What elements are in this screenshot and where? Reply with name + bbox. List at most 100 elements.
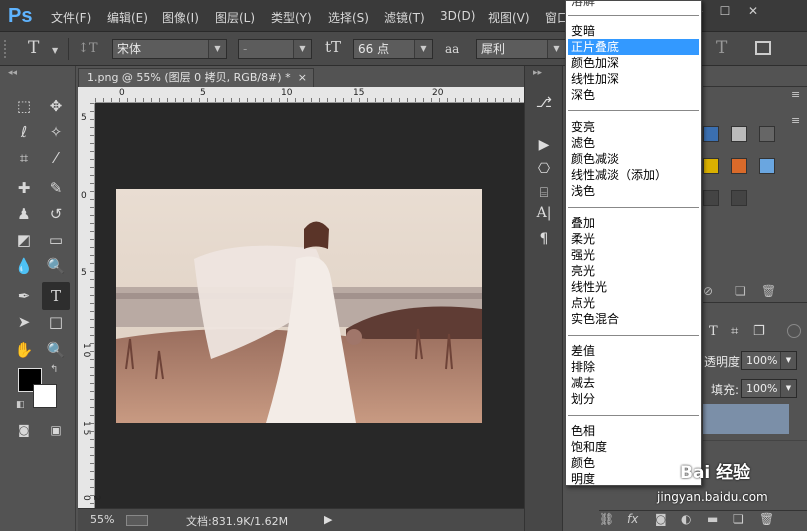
blend-mode-item[interactable]: 差值	[568, 343, 699, 359]
font-style-select[interactable]: - ▼	[238, 39, 312, 59]
antialias-select[interactable]: 犀利 ▼	[476, 39, 566, 59]
panel-menu-icon[interactable]: ≡	[791, 88, 800, 101]
zoom-level[interactable]: 55%	[90, 513, 114, 526]
character-panel-icon[interactable]: A|	[533, 202, 555, 224]
brush-tool-icon[interactable]: ✎	[42, 174, 70, 202]
menu-image[interactable]: 图像(I)	[162, 9, 199, 26]
blend-mode-item[interactable]: 减去	[568, 375, 699, 391]
path-selection-tool-icon[interactable]: ➤	[10, 308, 38, 336]
expand-panels-icon[interactable]: ▸▸	[533, 68, 542, 78]
menu-layer[interactable]: 图层(L)	[215, 9, 255, 26]
smart-object-filter-icon[interactable]: ❐	[753, 324, 765, 339]
delete-style-icon[interactable]: 🗑	[761, 284, 776, 298]
text-layer-filter-icon[interactable]: T	[709, 324, 718, 339]
font-family-select[interactable]: 宋体 ▼	[112, 39, 227, 59]
menu-select[interactable]: 选择(S)	[328, 9, 369, 26]
blend-mode-item[interactable]: 实色混合	[568, 311, 699, 327]
quick-mask-icon[interactable]: ◙	[10, 416, 38, 444]
new-style-icon[interactable]: ❏	[735, 284, 746, 298]
move-tool-icon[interactable]: ✥	[42, 92, 70, 120]
blend-mode-item-selected[interactable]: 正片叠底	[568, 39, 699, 55]
adjustment-layer-icon[interactable]: ◐	[681, 512, 691, 526]
horizontal-ruler[interactable]: 0 5 10 15 20	[95, 87, 524, 103]
document-tab[interactable]: 1.png @ 55% (图层 0 拷贝, RGB/8#) * ×	[78, 68, 314, 87]
shape-layer-filter-icon[interactable]: ⌗	[731, 324, 738, 339]
layer-mask-icon[interactable]: ◙	[655, 512, 667, 526]
eraser-tool-icon[interactable]: ◩	[10, 226, 38, 254]
opacity-input[interactable]: 100% ▼	[741, 351, 797, 370]
marquee-tool-icon[interactable]: ⬚	[10, 92, 38, 120]
actions-panel-icon[interactable]: ▶	[533, 134, 555, 156]
type-tool-icon[interactable]: T	[42, 282, 70, 310]
blend-mode-item[interactable]: 滤色	[568, 135, 699, 151]
crop-tool-icon[interactable]: ⌗	[10, 144, 38, 172]
blend-mode-item[interactable]: 线性减淡（添加）	[568, 167, 699, 183]
style-swatch[interactable]	[731, 190, 747, 206]
close-tab-icon[interactable]: ×	[298, 69, 307, 87]
clone-stamp-tool-icon[interactable]: ♟	[10, 200, 38, 228]
blend-mode-item[interactable]: 颜色减淡	[568, 151, 699, 167]
style-swatch[interactable]	[703, 190, 719, 206]
dodge-tool-icon[interactable]: 🔍	[42, 252, 70, 280]
style-swatch[interactable]	[731, 158, 747, 174]
blend-mode-item[interactable]: 强光	[568, 247, 699, 263]
default-colors-icon[interactable]: ◧	[16, 400, 25, 410]
healing-brush-tool-icon[interactable]: ✚	[10, 174, 38, 202]
warp-text-icon[interactable]: T	[716, 38, 727, 58]
gradient-tool-icon[interactable]: ▭	[42, 226, 70, 254]
menu-view[interactable]: 视图(V)	[488, 9, 530, 26]
adjustments-panel-icon[interactable]: ⌸	[533, 182, 555, 204]
blend-mode-item[interactable]: 深色	[568, 87, 699, 103]
blend-mode-item[interactable]: 柔光	[568, 231, 699, 247]
menu-3d[interactable]: 3D(D)	[440, 9, 475, 23]
blend-mode-item[interactable]: 变暗	[568, 23, 699, 39]
screen-mode-icon[interactable]: ▣	[42, 416, 70, 444]
magic-wand-tool-icon[interactable]: ✧	[42, 118, 70, 146]
blend-mode-item[interactable]: 叠加	[568, 215, 699, 231]
blend-mode-item[interactable]: 线性加深	[568, 71, 699, 87]
blur-tool-icon[interactable]: 💧	[10, 252, 38, 280]
blend-mode-item[interactable]: 饱和度	[568, 439, 699, 455]
status-preview-icon[interactable]	[126, 515, 148, 526]
blend-mode-item[interactable]: 溶解	[568, 1, 699, 9]
blend-mode-item[interactable]: 浅色	[568, 183, 699, 199]
style-swatch[interactable]	[731, 126, 747, 142]
filter-toggle-icon[interactable]	[787, 324, 801, 338]
delete-layer-icon[interactable]: 🗑	[759, 512, 774, 526]
panel-menu-icon[interactable]: ≡	[791, 114, 800, 127]
preset-chevron-icon[interactable]: ▼	[52, 46, 58, 55]
layer-style-icon[interactable]: fx	[627, 512, 638, 526]
swap-colors-icon[interactable]: ↰	[50, 364, 58, 375]
menu-type[interactable]: 类型(Y)	[271, 9, 312, 26]
menu-filter[interactable]: 滤镜(T)	[384, 9, 425, 26]
history-brush-tool-icon[interactable]: ↺	[42, 200, 70, 228]
eyedropper-tool-icon[interactable]: ⁄	[42, 144, 70, 172]
new-layer-icon[interactable]: ❏	[733, 512, 744, 526]
font-size-select[interactable]: 66 点 ▼	[353, 39, 433, 59]
menu-edit[interactable]: 编辑(E)	[107, 9, 148, 26]
pen-tool-icon[interactable]: ✒	[10, 282, 38, 310]
lasso-tool-icon[interactable]: ℓ	[10, 118, 38, 146]
blend-mode-item[interactable]: 排除	[568, 359, 699, 375]
restore-button[interactable]: ☐	[711, 0, 739, 22]
hand-tool-icon[interactable]: ✋	[10, 336, 38, 364]
no-style-icon[interactable]: ⊘	[703, 284, 713, 298]
vertical-ruler[interactable]: 5 0 5 1 0 1 5 2 0	[78, 103, 101, 508]
toggle-orientation-icon[interactable]: ↕T	[78, 41, 98, 56]
zoom-tool-icon[interactable]: 🔍	[42, 336, 70, 364]
panel-collapse-icon[interactable]: ◂◂	[8, 68, 17, 78]
properties-panel-icon[interactable]: ⎔	[533, 158, 555, 180]
blend-mode-item[interactable]: 线性光	[568, 279, 699, 295]
panels-toggle-icon[interactable]	[755, 41, 771, 55]
blend-mode-item[interactable]: 颜色加深	[568, 55, 699, 71]
blend-mode-item[interactable]: 划分	[568, 391, 699, 407]
link-layers-icon[interactable]: ⛓	[599, 512, 614, 526]
style-swatch[interactable]	[759, 126, 775, 142]
style-swatch[interactable]	[759, 158, 775, 174]
style-swatch[interactable]	[703, 158, 719, 174]
close-button[interactable]: ✕	[739, 0, 767, 22]
fill-input[interactable]: 100% ▼	[741, 379, 797, 398]
blend-mode-item[interactable]: 亮光	[568, 263, 699, 279]
blend-mode-dropdown[interactable]: 溶解 变暗 正片叠底 颜色加深 线性加深 深色 变亮 滤色 颜色减淡 线性减淡（…	[565, 0, 702, 486]
group-layers-icon[interactable]: ▬	[707, 512, 718, 526]
